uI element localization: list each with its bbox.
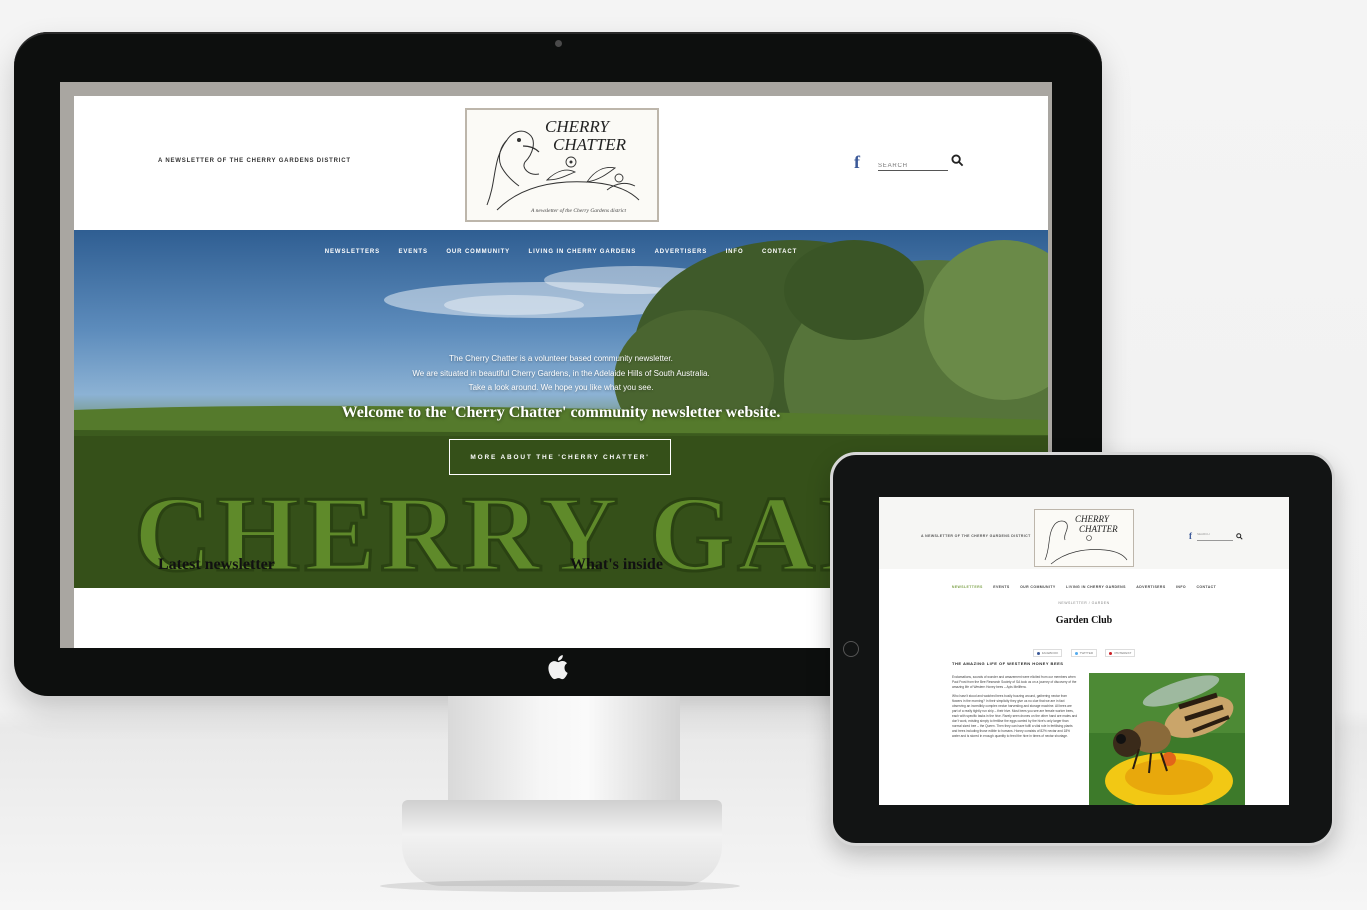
camera-dot [555,40,562,47]
svg-text:CHATTER: CHATTER [553,135,627,154]
latest-newsletter-heading: Latest newsletter [158,556,275,573]
article-body: Exclamations, sounds of wonder and amaze… [952,675,1078,743]
search-field [878,154,948,171]
tablet-facebook-icon[interactable]: f [1189,531,1192,541]
apple-logo-icon [548,655,568,680]
intro-line: We are situated in beautiful Cherry Gard… [412,368,710,378]
whats-inside-heading: What's inside [570,556,663,573]
nav-info[interactable]: INFO [726,249,744,255]
share-pinterest-button[interactable]: PINTEREST [1105,649,1136,657]
tablet-logo-illustration: CHERRY CHATTER [1044,514,1128,565]
nav-advertisers[interactable]: ADVERTISERS [655,249,708,255]
site-header: A NEWSLETTER OF THE CHERRY GARDENS DISTR… [74,96,1048,230]
tablet-breadcrumb: NEWSLETTER / GARDEN [1058,601,1110,605]
svg-text:A newsletter of the Cherry Gar: A newsletter of the Cherry Gardens distr… [530,207,626,214]
article-paragraph: Exclamations, sounds of wonder and amaze… [952,675,1077,689]
svg-text:CHERRY: CHERRY [545,117,610,136]
tablet-home-button[interactable] [843,641,859,657]
search-input[interactable] [878,161,940,171]
svg-text:CHATTER: CHATTER [1079,524,1118,534]
tablet-nav-living[interactable]: LIVING IN CHERRY GARDENS [1066,585,1126,589]
tablet-nav-events[interactable]: EVENTS [993,585,1009,589]
welcome-heading: Welcome to the 'Cherry Chatter' communit… [341,404,781,421]
share-twitter-button[interactable]: TWITTER [1070,649,1097,657]
nav-our-community[interactable]: OUR COMMUNITY [446,249,510,255]
tablet-page-title: Garden Club [1055,615,1113,626]
tablet-site-logo[interactable]: CHERRY CHATTER [1034,509,1134,567]
stand-shadow [380,880,740,892]
intro-line: Take a look around. We hope you like wha… [468,383,654,392]
monitor-stand-base [402,800,722,886]
intro-text: The Cherry Chatter is a volunteer based … [74,352,1048,396]
main-nav: NEWSLETTERS EVENTS OUR COMMUNITY LIVING … [74,240,1048,258]
nav-newsletters[interactable]: NEWSLETTERS [325,249,380,255]
nav-events[interactable]: EVENTS [398,249,427,255]
nav-living-in-cherry-gardens[interactable]: LIVING IN CHERRY GARDENS [529,249,637,255]
more-about-button[interactable]: MORE ABOUT THE 'CHERRY CHATTER' [449,439,671,475]
tablet-tagline: A NEWSLETTER OF THE CHERRY GARDENS DISTR… [921,534,1031,538]
product-mockup-scene: A NEWSLETTER OF THE CHERRY GARDENS DISTR… [0,0,1367,910]
article-heading: THE AMAZING LIFE OF WESTERN HONEY BEES [952,661,1064,666]
site-logo[interactable]: CHERRY CHATTER A newsletter of the Cherr… [465,108,659,222]
tablet-nav-advertisers[interactable]: ADVERTISERS [1136,585,1165,589]
search-icon[interactable] [951,154,964,167]
tablet-nav-contact[interactable]: CONTACT [1196,585,1216,589]
tablet-nav-our-community[interactable]: OUR COMMUNITY [1020,585,1056,589]
tablet-site-header: A NEWSLETTER OF THE CHERRY GARDENS DISTR… [879,497,1289,569]
site-tagline: A NEWSLETTER OF THE CHERRY GARDENS DISTR… [158,158,351,164]
intro-line: The Cherry Chatter is a volunteer based … [449,354,673,363]
share-facebook-button[interactable]: FACEBOOK [1032,649,1063,657]
svg-text:CHERRY: CHERRY [1075,514,1110,524]
facebook-icon[interactable]: f [854,152,860,173]
tablet-search-icon[interactable] [1236,533,1243,540]
tablet-nav-newsletters[interactable]: NEWSLETTERS [952,585,983,589]
article-paragraph: Who hasn't stood and watched bees busily… [952,694,1078,738]
cherry-chatter-logo-illustration: CHERRY CHATTER A newsletter of the Cherr… [486,117,640,214]
tablet-website: A NEWSLETTER OF THE CHERRY GARDENS DISTR… [879,497,1289,805]
tablet-device: A NEWSLETTER OF THE CHERRY GARDENS DISTR… [830,452,1335,846]
tablet-nav: NEWSLETTERS EVENTS OUR COMMUNITY LIVING … [879,575,1289,593]
nav-contact[interactable]: CONTACT [762,249,797,255]
share-buttons: FACEBOOK TWITTER PINTEREST [879,641,1289,659]
honey-bee-photo [1089,673,1245,805]
tablet-nav-info[interactable]: INFO [1176,585,1186,589]
tablet-search-input[interactable]: SEARCH [1197,532,1233,541]
